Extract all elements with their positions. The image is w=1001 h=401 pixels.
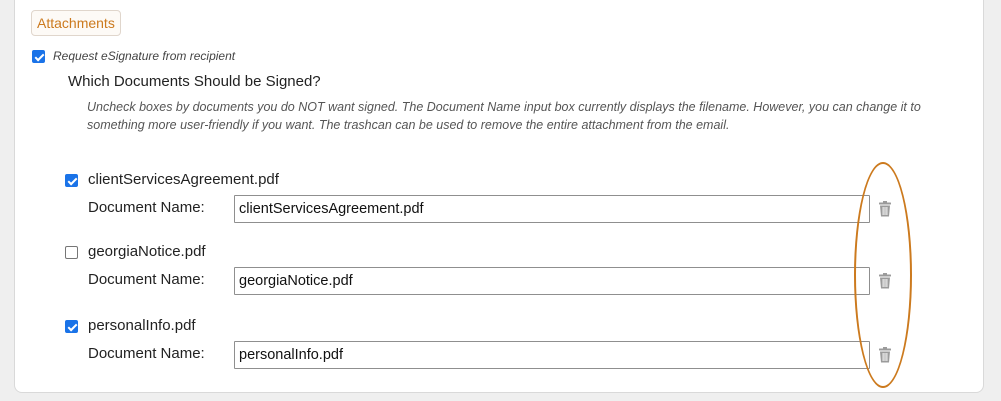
- document-name-input[interactable]: [234, 341, 870, 369]
- document-row: personalInfo.pdf Document Name:: [0, 314, 1001, 384]
- document-name-label: Document Name:: [88, 345, 205, 362]
- document-name-input[interactable]: [234, 267, 870, 295]
- trash-icon[interactable]: [878, 347, 892, 363]
- trash-icon[interactable]: [878, 273, 892, 289]
- document-filename: georgiaNotice.pdf: [88, 243, 206, 260]
- tab-attachments[interactable]: Attachments: [31, 10, 121, 36]
- trash-icon[interactable]: [878, 201, 892, 217]
- document-sign-checkbox[interactable]: [65, 174, 78, 187]
- document-filename: clientServicesAgreement.pdf: [88, 171, 279, 188]
- document-name-label: Document Name:: [88, 271, 205, 288]
- document-filename: personalInfo.pdf: [88, 317, 196, 334]
- document-name-label: Document Name:: [88, 199, 205, 216]
- document-name-input[interactable]: [234, 195, 870, 223]
- document-sign-checkbox[interactable]: [65, 246, 78, 259]
- instructions-text: Uncheck boxes by documents you do NOT wa…: [87, 100, 921, 132]
- esignature-checkbox[interactable]: [32, 50, 45, 63]
- esignature-label: Request eSignature from recipient: [53, 49, 236, 63]
- section-heading: Which Documents Should be Signed?: [68, 73, 321, 90]
- document-sign-checkbox[interactable]: [65, 320, 78, 333]
- document-row: georgiaNotice.pdf Document Name:: [0, 240, 1001, 310]
- document-row: clientServicesAgreement.pdf Document Nam…: [0, 168, 1001, 238]
